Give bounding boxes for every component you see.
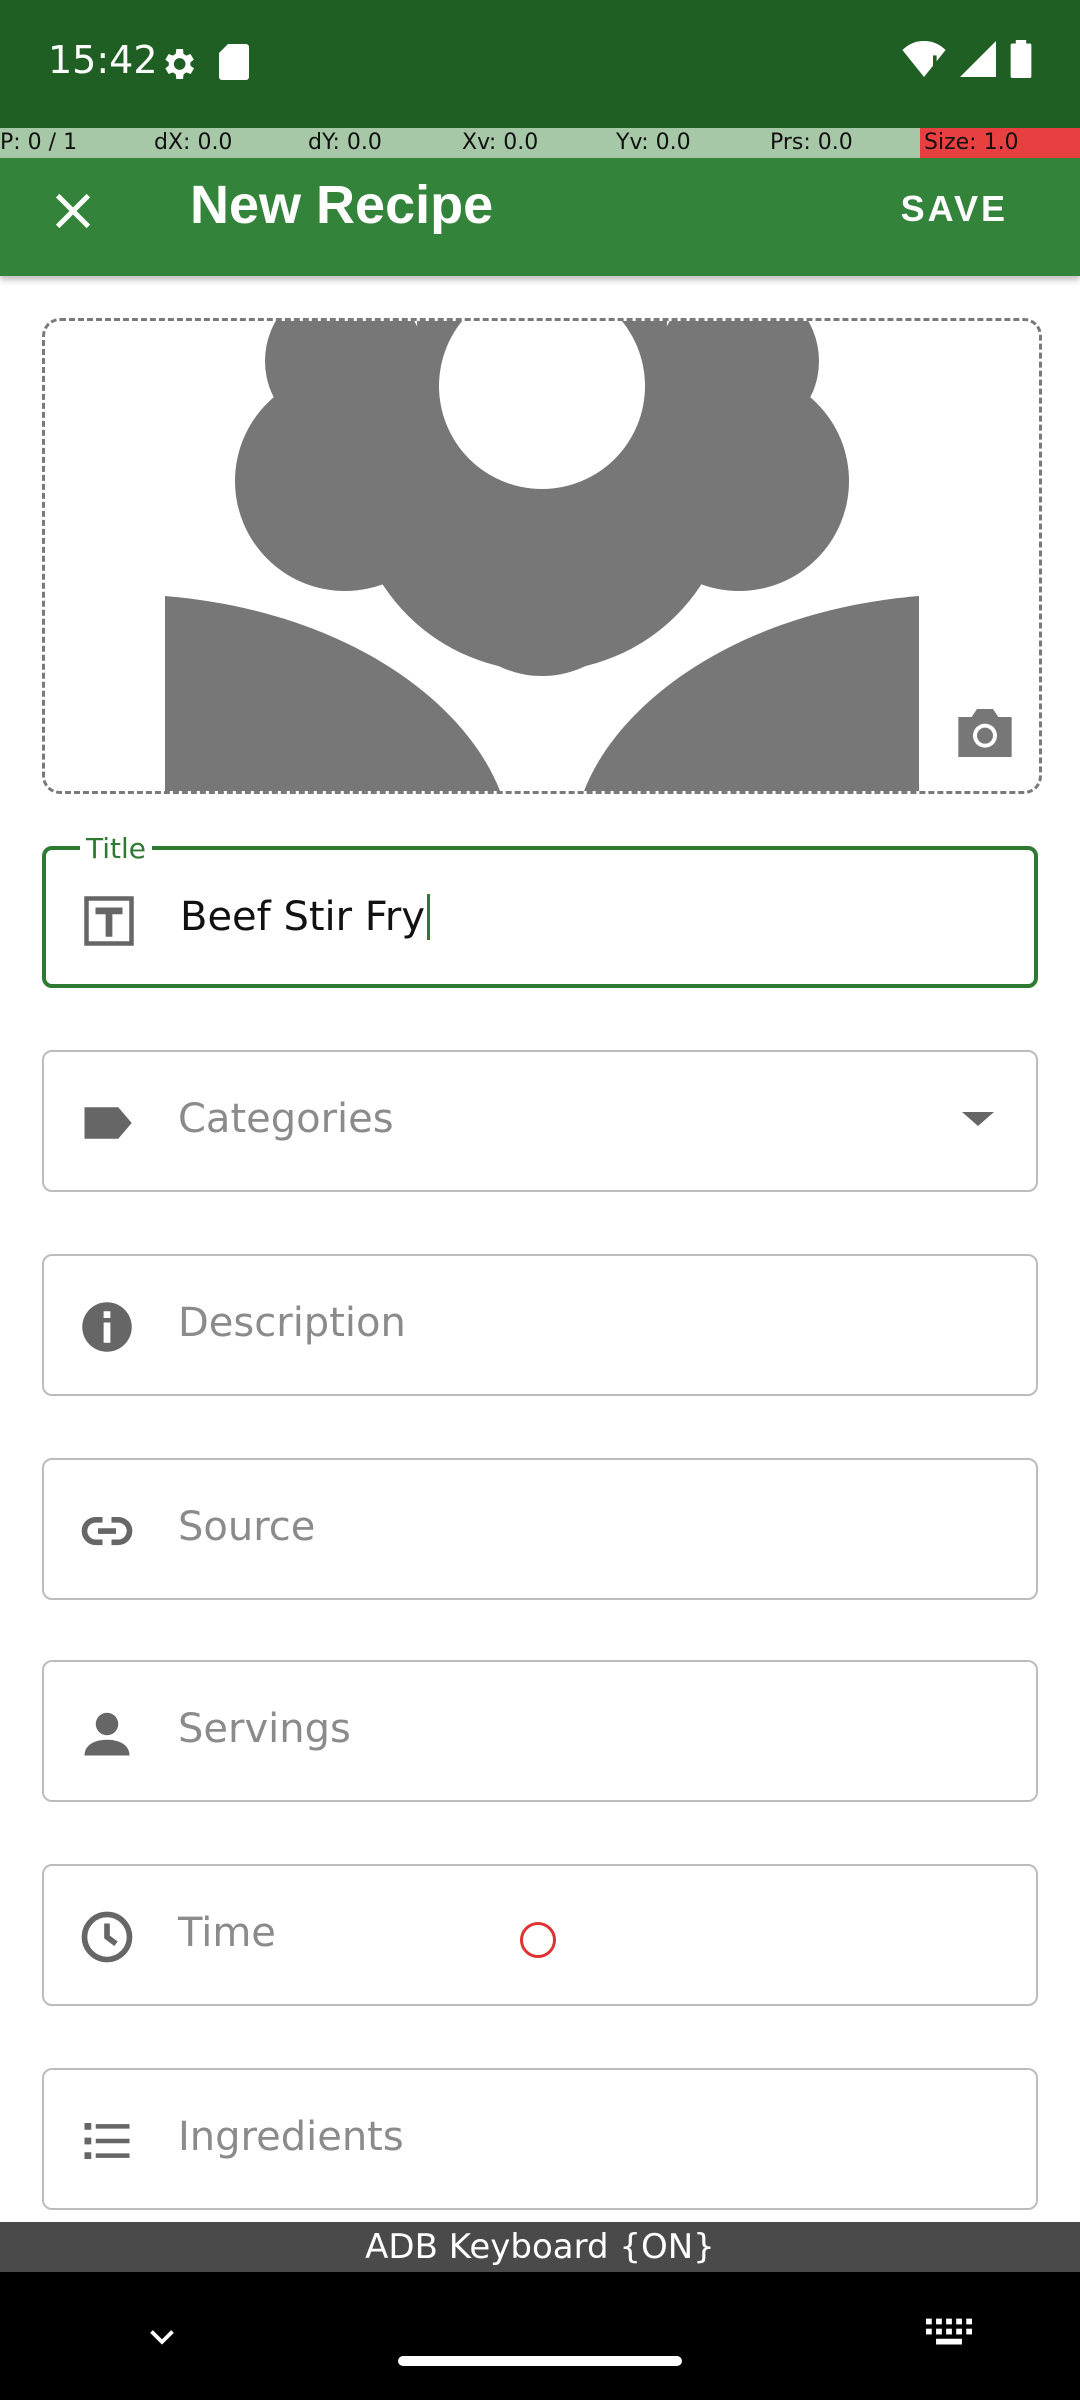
debug-p: P: 0 / 1 [0, 130, 78, 155]
categories-label: Categories [178, 1096, 394, 1142]
signal-icon [960, 41, 996, 77]
text-format-icon [84, 896, 134, 946]
debug-xv: Xv: 0.0 [462, 130, 539, 155]
description-field[interactable]: Description [42, 1254, 1038, 1396]
time-label: Time [178, 1910, 276, 1956]
chevron-down-icon[interactable] [144, 2318, 180, 2354]
app-bar: New Recipe SAVE [0, 158, 1080, 276]
label-tag-icon [84, 1107, 132, 1139]
link-icon [81, 1516, 133, 1546]
pointer-debug-bar: P: 0 / 1 dX: 0.0 dY: 0.0 Xv: 0.0 Yv: 0.0… [0, 128, 1080, 158]
categories-field[interactable]: Categories [42, 1050, 1038, 1192]
list-icon [84, 2123, 130, 2159]
ingredients-label: Ingredients [178, 2114, 404, 2160]
description-label: Description [178, 1300, 406, 1346]
status-bar: 15:42 [0, 0, 1080, 128]
title-field[interactable]: Title Beef Stir Fry [42, 832, 1038, 988]
keyboard-banner: ADB Keyboard {ON} [0, 2222, 1080, 2272]
chevron-down-icon[interactable] [962, 1112, 994, 1126]
status-right-icons [902, 40, 1032, 78]
servings-label: Servings [178, 1706, 351, 1752]
servings-field[interactable]: Servings [42, 1660, 1038, 1802]
page-title: New Recipe [190, 175, 494, 235]
source-label: Source [178, 1504, 316, 1550]
flower-icon [165, 321, 919, 791]
source-field[interactable]: Source [42, 1458, 1038, 1600]
ingredients-field[interactable]: Ingredients [42, 2068, 1038, 2210]
battery-icon [1010, 40, 1032, 78]
debug-size: Size: 1.0 [924, 130, 1019, 155]
sd-card-icon [219, 44, 249, 80]
recipe-image-picker[interactable] [42, 318, 1042, 794]
keyboard-icon[interactable] [926, 2318, 972, 2348]
debug-prs: Prs: 0.0 [770, 130, 853, 155]
debug-dx: dX: 0.0 [154, 130, 233, 155]
title-field-legend: Title [80, 832, 153, 865]
navigation-bar [0, 2272, 1080, 2400]
close-button[interactable] [40, 178, 106, 244]
info-icon [82, 1302, 132, 1352]
gear-icon [165, 49, 194, 79]
title-input[interactable]: Beef Stir Fry [180, 894, 431, 940]
home-handle[interactable] [398, 2356, 682, 2366]
status-time: 15:42 [48, 38, 158, 82]
person-icon [84, 1712, 130, 1756]
debug-dy: dY: 0.0 [308, 130, 382, 155]
debug-yv: Yv: 0.0 [616, 130, 691, 155]
touch-indicator [520, 1922, 556, 1958]
camera-icon[interactable] [953, 705, 1017, 761]
close-icon [55, 193, 91, 229]
save-button[interactable]: SAVE [901, 188, 1008, 230]
wifi-icon [902, 41, 946, 77]
clock-icon [81, 1911, 133, 1963]
